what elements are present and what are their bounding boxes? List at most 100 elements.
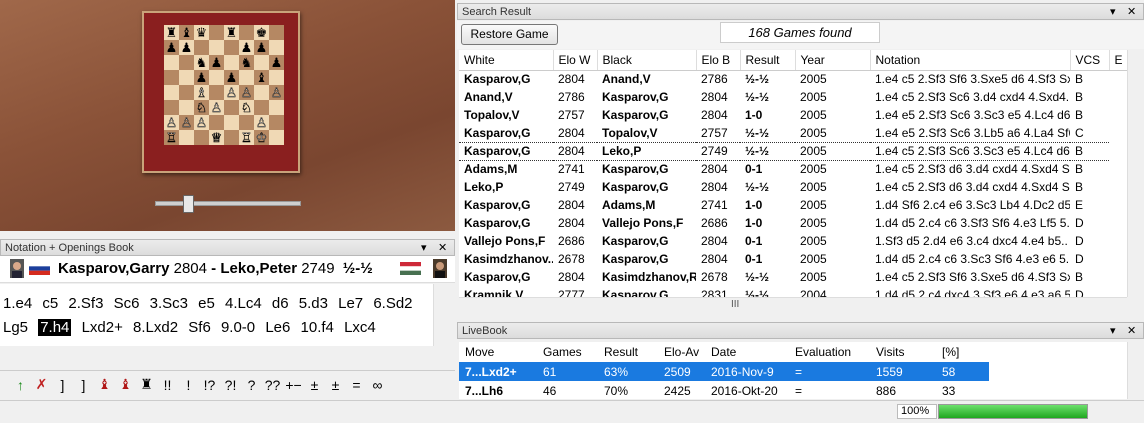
- chess-piece[interactable]: ♘: [195, 101, 208, 116]
- board-size-slider-track[interactable]: [155, 201, 301, 206]
- column-header-black[interactable]: Black: [597, 50, 697, 71]
- white-better-icon[interactable]: ±: [304, 377, 325, 393]
- white-decisive-icon[interactable]: +−: [283, 377, 304, 393]
- chess-board[interactable]: ♜ ♝ ♛ ♜ ♚♟ ♟ ♟ ♟♞ ♟ ♞ ♟♟ ♟ ♝♗ ♙ ♙ ♙♘ ♙ ♘♙ ♙ ♙ ♙♖ ♕ ♖ ♔: [156, 21, 286, 157]
- pane-close-icon[interactable]: ✕: [1127, 5, 1136, 18]
- chess-piece[interactable]: ♟: [226, 71, 238, 86]
- chess-piece[interactable]: ♝: [256, 71, 268, 86]
- column-header-white[interactable]: White: [459, 50, 554, 71]
- board-square[interactable]: [224, 100, 239, 115]
- chess-piece[interactable]: ♙: [165, 116, 178, 131]
- search-result-vscrollbar[interactable]: [1127, 50, 1144, 297]
- brilliant-move-icon[interactable]: !!: [157, 377, 178, 393]
- unclear-icon[interactable]: ∞: [367, 377, 388, 393]
- table-row[interactable]: Leko,P 2749 Kasparov,G 2804 ½-½ 2005 1.e4 c5 2…: [459, 178, 1127, 196]
- chess-piece[interactable]: ♟: [241, 41, 253, 56]
- livebook-column--[interactable]: [%]: [936, 342, 989, 362]
- chess-piece[interactable]: ♛: [196, 26, 208, 41]
- board-square[interactable]: [269, 115, 284, 130]
- board-square[interactable]: [179, 85, 194, 100]
- board-square[interactable]: [194, 130, 209, 145]
- chess-piece[interactable]: ♙: [180, 116, 193, 131]
- move[interactable]: 3.Sc3: [150, 295, 188, 312]
- move[interactable]: 6.Sd2: [373, 295, 412, 312]
- table-row[interactable]: Anand,V 2786 Kasparov,G 2804 ½-½ 2005 1.e4 c5 …: [459, 88, 1127, 106]
- bishop-icon[interactable]: ♝: [94, 376, 115, 393]
- move[interactable]: Lxd2+: [82, 319, 123, 336]
- hscroll-grip[interactable]: III: [731, 299, 739, 310]
- chess-piece[interactable]: ♟: [271, 56, 283, 71]
- move[interactable]: 5.d3: [299, 295, 328, 312]
- move[interactable]: e5: [198, 295, 215, 312]
- chess-piece[interactable]: ♙: [195, 116, 208, 131]
- livebook-row[interactable]: 7...Lh6 46 70% 2425 2016-Okt-20 = 886 33: [459, 381, 989, 399]
- chess-piece[interactable]: ♗: [195, 86, 208, 101]
- chess-piece[interactable]: ♙: [225, 86, 238, 101]
- board-square[interactable]: [269, 100, 284, 115]
- chess-piece[interactable]: ♔: [255, 131, 268, 146]
- livebook-row[interactable]: 7...Lxd2+ 61 63% 2509 2016-Nov-9 = 1559 58: [459, 362, 989, 381]
- move[interactable]: 1.e4: [3, 295, 32, 312]
- board-square[interactable]: [164, 55, 179, 70]
- board-square[interactable]: [224, 40, 239, 55]
- column-header-elo-w[interactable]: Elo W: [553, 50, 598, 71]
- chess-piece[interactable]: ♘: [240, 101, 253, 116]
- board-square[interactable]: [254, 55, 269, 70]
- board-square[interactable]: [164, 100, 179, 115]
- board-square[interactable]: [164, 70, 179, 85]
- move[interactable]: c5: [42, 295, 58, 312]
- table-row[interactable]: Kasparov,G 2804 Anand,V 2786 ½-½ 2005 1.e4 c5 …: [459, 70, 1127, 88]
- board-square[interactable]: [209, 115, 224, 130]
- livebook-column-evaluation[interactable]: Evaluation: [789, 342, 870, 362]
- board-square[interactable]: [209, 70, 224, 85]
- column-header-e[interactable]: E: [1109, 50, 1127, 71]
- move[interactable]: d6: [272, 295, 289, 312]
- equal-icon[interactable]: =: [346, 377, 367, 393]
- table-row[interactable]: Kasparov,G 2804 Topalov,V 2757 ½-½ 2005 1.e4 e…: [459, 124, 1127, 142]
- bishop-icon[interactable]: ♝: [115, 376, 136, 393]
- move[interactable]: 10.f4: [301, 319, 334, 336]
- board-square[interactable]: [239, 70, 254, 85]
- current-move[interactable]: 7.h4: [38, 319, 72, 336]
- livebook-column-move[interactable]: Move: [459, 342, 537, 362]
- board-square[interactable]: [179, 100, 194, 115]
- move[interactable]: Sc6: [114, 295, 140, 312]
- chess-piece[interactable]: ♕: [210, 131, 223, 146]
- rook-icon[interactable]: ♜: [136, 376, 157, 393]
- chess-piece[interactable]: ♟: [211, 56, 223, 71]
- board-square[interactable]: [269, 25, 284, 40]
- livebook-column-result[interactable]: Result: [598, 342, 658, 362]
- board-square[interactable]: [224, 130, 239, 145]
- move-up-icon[interactable]: ↑: [10, 377, 31, 393]
- livebook-scrollbar[interactable]: [1127, 342, 1144, 399]
- column-header-elo-b[interactable]: Elo B: [696, 50, 741, 71]
- chess-piece[interactable]: ♚: [256, 26, 268, 41]
- notation-moves[interactable]: 1.e4 c5 2.Sf3 Sc6 3.Sc3 e5 4.Lc4 d6 5.d3…: [0, 284, 433, 346]
- board-square[interactable]: [224, 115, 239, 130]
- chess-piece[interactable]: ♝: [181, 26, 193, 41]
- board-square[interactable]: [239, 25, 254, 40]
- chess-piece[interactable]: ♞: [241, 56, 253, 71]
- notation-scrollbar[interactable]: [433, 284, 455, 346]
- table-row[interactable]: Kasparov,G 2804 Kasimdzhanov,R 2678 ½-½ 2005 1…: [459, 268, 1127, 286]
- board-square[interactable]: [164, 85, 179, 100]
- livebook-column-elo-av[interactable]: Elo-Av: [658, 342, 705, 362]
- table-row[interactable]: Topalov,V 2757 Kasparov,G 2804 1-0 2005 1.e4 e…: [459, 106, 1127, 124]
- table-row[interactable]: Kasparov,G 2804 Adams,M 2741 1-0 2005 1.d4 Sf6…: [459, 196, 1127, 214]
- delete-icon[interactable]: ✗: [31, 376, 52, 393]
- table-row[interactable]: Adams,M 2741 Kasparov,G 2804 0-1 2005 1.e4 c5 …: [459, 160, 1127, 178]
- move[interactable]: Le6: [265, 319, 290, 336]
- board-square[interactable]: [239, 115, 254, 130]
- column-header-year[interactable]: Year: [795, 50, 871, 71]
- search-result-table[interactable]: White Elo W Black Elo B Result Year Notation VC…: [459, 50, 1127, 297]
- pane-close-icon[interactable]: ✕: [438, 241, 447, 254]
- search-result-hscrollbar[interactable]: III: [459, 297, 1127, 314]
- board-square[interactable]: [194, 40, 209, 55]
- table-row[interactable]: Vallejo Pons,F 2686 Kasparov,G 2804 0-1 2005 1…: [459, 232, 1127, 250]
- pane-dropdown-icon[interactable]: ▾: [1110, 5, 1116, 18]
- livebook-column-visits[interactable]: Visits: [870, 342, 936, 362]
- chess-piece[interactable]: ♟: [256, 41, 268, 56]
- board-square[interactable]: [209, 25, 224, 40]
- board-square[interactable]: [254, 85, 269, 100]
- column-header-notation[interactable]: Notation: [870, 50, 1071, 71]
